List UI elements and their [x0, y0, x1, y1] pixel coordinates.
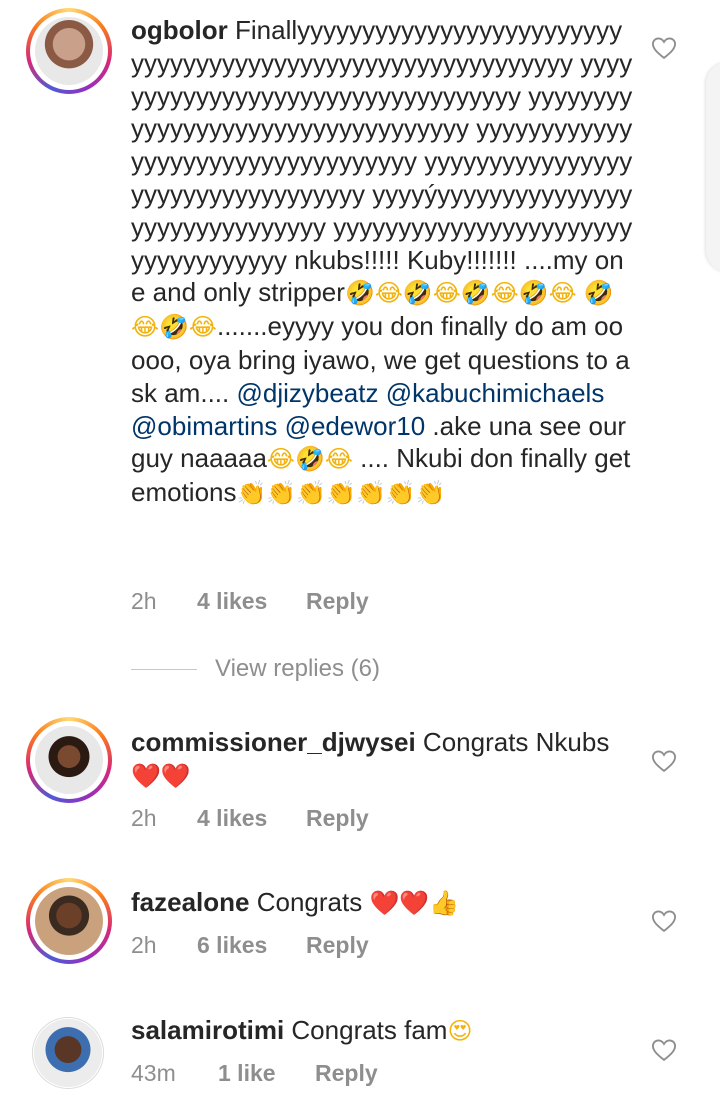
heart-outline-icon[interactable]	[650, 1036, 678, 1064]
heart-outline-icon[interactable]	[650, 747, 678, 775]
avatar[interactable]	[26, 717, 112, 803]
likes-count[interactable]: 1 like	[218, 1060, 315, 1087]
avatar[interactable]	[32, 1017, 104, 1089]
heart-eyes-emoji: 😍	[447, 1017, 473, 1045]
comment-meta: 43m 1 like Reply	[131, 1060, 378, 1087]
comment-time: 2h	[131, 932, 157, 958]
avatar[interactable]	[26, 878, 112, 964]
comment-meta: 2h 4 likes Reply	[131, 588, 369, 615]
mention-link[interactable]: @kabuchimichaels	[386, 378, 605, 408]
reply-button[interactable]: Reply	[306, 805, 369, 832]
comment-time: 43m	[131, 1060, 176, 1086]
comment-time: 2h	[131, 588, 157, 614]
emoji-laugh-inline: 😂🤣😂	[266, 445, 353, 474]
mention-link[interactable]: @edewor10	[285, 411, 426, 441]
heart-emoji: ❤️❤️	[131, 761, 191, 790]
emoji-laugh-row: 🤣😂🤣😂🤣😂🤣😂	[344, 279, 577, 308]
comment-body: commissioner_djwysei Congrats Nkubs ❤️❤️	[131, 727, 610, 790]
avatar[interactable]	[26, 8, 112, 94]
comment-body: salamirotimi Congrats fam😍	[131, 1015, 473, 1045]
likes-count[interactable]: 4 likes	[197, 805, 306, 832]
emoji-clap-row: 👏👏👏👏👏👏👏	[236, 479, 446, 508]
mention-link[interactable]: @djizybeatz	[236, 378, 378, 408]
reply-button[interactable]: Reply	[306, 932, 369, 959]
likes-count[interactable]: 4 likes	[197, 588, 306, 615]
heart-outline-icon[interactable]	[650, 34, 678, 62]
reply-button[interactable]: Reply	[306, 588, 369, 615]
username[interactable]: salamirotimi	[131, 1015, 284, 1045]
likes-count[interactable]: 6 likes	[197, 932, 306, 959]
mention-link[interactable]: @obimartins	[131, 411, 277, 441]
side-panel-edge	[706, 62, 720, 272]
view-replies-button[interactable]: View replies (6)	[131, 655, 380, 683]
username[interactable]: commissioner_djwysei	[131, 727, 416, 757]
reply-button[interactable]: Reply	[315, 1060, 378, 1087]
comment-body: fazealone Congrats ❤️❤️👍	[131, 887, 460, 917]
username[interactable]: fazealone	[131, 887, 250, 917]
comment-time: 2h	[131, 805, 157, 831]
divider-line	[131, 668, 197, 670]
heart-outline-icon[interactable]	[650, 907, 678, 935]
comment-meta: 2h 4 likes Reply	[131, 805, 369, 832]
heart-emoji: ❤️❤️👍	[369, 889, 460, 917]
username[interactable]: ogbolor	[131, 15, 228, 45]
comment-body: ogbolor Finallyyyyyyyyyyyyyyyyyyyyyyyyy …	[131, 15, 633, 508]
comment-meta: 2h 6 likes Reply	[131, 932, 369, 959]
